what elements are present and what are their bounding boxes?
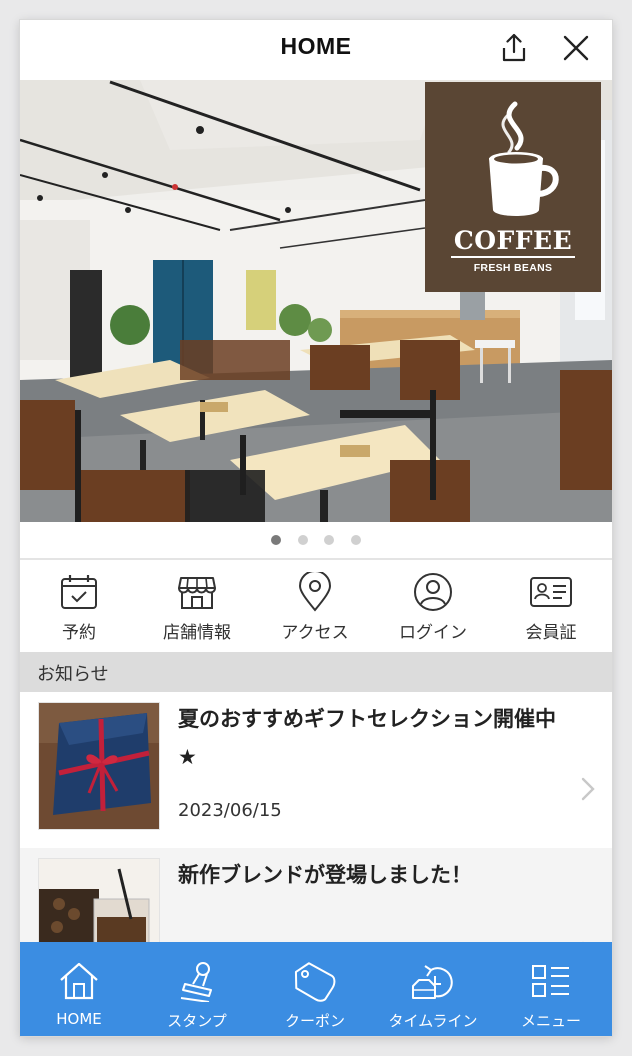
tab-coupon[interactable]: クーポン xyxy=(256,942,374,1036)
slide-dot-4[interactable] xyxy=(351,535,361,545)
logo-divider xyxy=(451,256,575,258)
quick-reservation-label: 予約 xyxy=(62,623,96,643)
tab-timeline[interactable]: タイムライン xyxy=(374,942,492,1036)
news-title: 新作ブレンドが登場しました！ xyxy=(178,863,472,887)
slide-dot-2[interactable] xyxy=(298,535,308,545)
tab-home-label: HOME xyxy=(56,1010,102,1028)
timeline-icon xyxy=(412,965,453,999)
news-item[interactable]: 夏のおすすめギフトセレクション開催中★ 2023/06/15 xyxy=(20,692,612,848)
tab-menu-label: メニュー xyxy=(520,1012,581,1030)
quick-member-card-label: 会員証 xyxy=(525,623,577,643)
logo-text: COFFEE xyxy=(453,226,573,255)
top-bar: HOME xyxy=(20,20,612,80)
bottom-tab-bar: HOME スタンプ クーポン タイムライン メニュー xyxy=(20,942,612,1036)
member-card-icon xyxy=(530,577,572,607)
chevron-right-icon xyxy=(581,777,595,801)
store-icon xyxy=(178,577,216,609)
home-icon xyxy=(60,962,98,1000)
coffee-logo: COFFEE FRESH BEANS xyxy=(425,82,601,292)
quick-login[interactable]: ログイン xyxy=(374,560,492,652)
news-title: 夏のおすすめギフトセレクション開催中★ xyxy=(178,707,556,769)
tab-timeline-label: タイムライン xyxy=(388,1012,478,1030)
quick-access-label: アクセス xyxy=(281,623,349,643)
map-pin-icon xyxy=(298,572,332,612)
news-item[interactable]: 新作ブレンドが登場しました！ xyxy=(20,848,612,986)
tab-stamp-label: スタンプ xyxy=(167,1012,227,1030)
quick-reservation[interactable]: 予約 xyxy=(20,560,138,652)
stamp-icon xyxy=(180,962,212,1002)
close-icon xyxy=(563,35,589,61)
quick-member-card[interactable]: 会員証 xyxy=(492,560,610,652)
share-button[interactable] xyxy=(498,32,530,64)
share-icon xyxy=(502,33,526,62)
news-section-header: お知らせ xyxy=(20,652,612,692)
close-button[interactable] xyxy=(560,32,592,64)
quick-login-label: ログイン xyxy=(399,623,467,643)
tab-stamp[interactable]: スタンプ xyxy=(138,942,256,1036)
hero-slider[interactable]: COFFEE FRESH BEANS xyxy=(20,80,612,522)
app-screen: HOME COFFEE FRESH BEANS 予約 店舗情報 アクセス ログイ… xyxy=(20,20,612,1036)
user-icon xyxy=(414,573,452,611)
coffee-cup-icon xyxy=(489,101,559,216)
tab-home[interactable]: HOME xyxy=(20,942,138,1036)
news-section-title: お知らせ xyxy=(37,664,109,685)
news-date: 2023/06/15 xyxy=(178,800,282,821)
calendar-icon xyxy=(61,575,97,609)
slide-dot-1[interactable] xyxy=(271,535,281,545)
logo-subtext: FRESH BEANS xyxy=(473,262,553,274)
slide-dot-3[interactable] xyxy=(324,535,334,545)
menu-icon xyxy=(532,965,569,997)
quick-access[interactable]: アクセス xyxy=(256,560,374,652)
quick-menu: 予約 店舗情報 アクセス ログイン 会員証 xyxy=(20,560,612,652)
slider-pagination xyxy=(20,522,612,558)
coupon-icon xyxy=(294,962,336,1002)
news-thumbnail xyxy=(38,702,160,830)
quick-store-info[interactable]: 店舗情報 xyxy=(138,560,256,652)
gift-image xyxy=(39,703,159,829)
tab-menu[interactable]: メニュー xyxy=(492,942,610,1036)
tab-coupon-label: クーポン xyxy=(284,1012,345,1030)
quick-store-info-label: 店舗情報 xyxy=(163,623,231,643)
